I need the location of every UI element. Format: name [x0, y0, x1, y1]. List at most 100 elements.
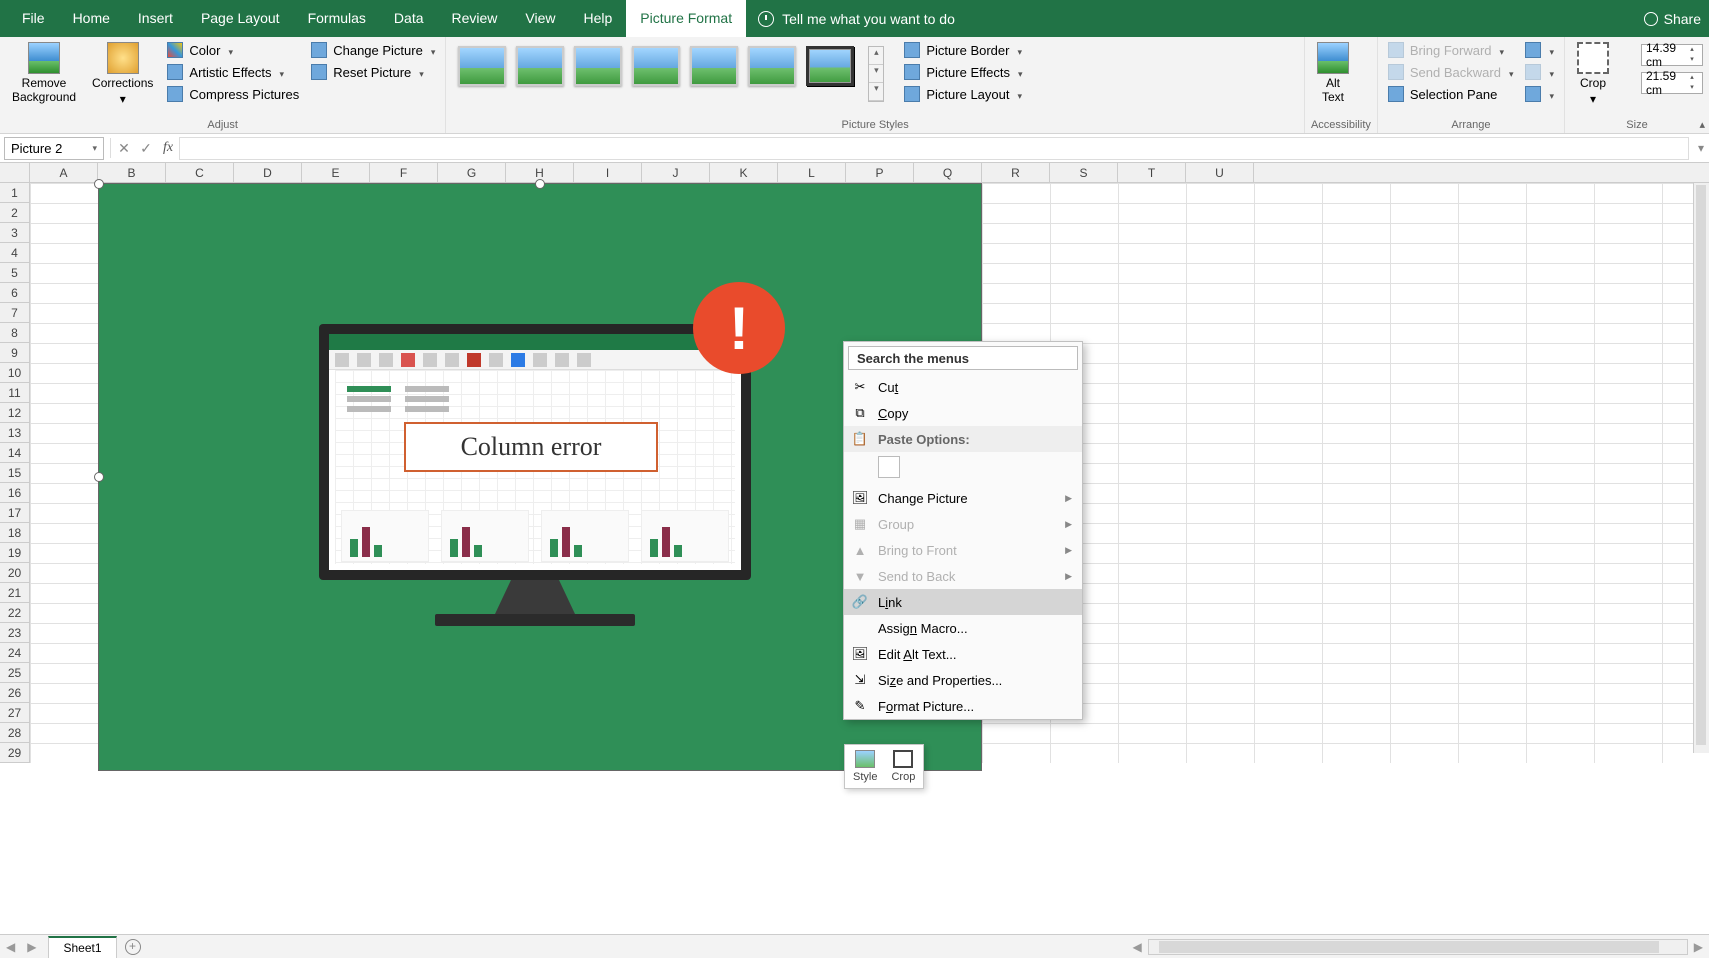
picture-style-thumb-selected[interactable] — [806, 46, 854, 86]
sheet-nav-next[interactable]: ▶ — [21, 940, 42, 954]
vertical-scrollbar[interactable] — [1693, 183, 1709, 753]
paste-option-button[interactable] — [878, 456, 900, 478]
row-header[interactable]: 10 — [0, 363, 30, 383]
column-header[interactable]: K — [710, 163, 778, 182]
row-header[interactable]: 8 — [0, 323, 30, 343]
new-sheet-button[interactable]: + — [125, 939, 141, 955]
row-header[interactable]: 11 — [0, 383, 30, 403]
mini-style-button[interactable]: Style — [853, 750, 877, 783]
column-header[interactable]: A — [30, 163, 98, 182]
picture-layout-button[interactable]: Picture Layout — [900, 84, 1026, 104]
picture-border-button[interactable]: Picture Border — [900, 40, 1026, 60]
picture-style-thumb[interactable] — [690, 46, 738, 86]
compress-pictures-button[interactable]: Compress Pictures — [163, 84, 303, 104]
menu-format-picture[interactable]: ✎Format Picture... — [844, 693, 1082, 719]
column-header[interactable]: B — [98, 163, 166, 182]
menu-size-properties[interactable]: ⇲Size and Properties... — [844, 667, 1082, 693]
spin-down-button[interactable]: ▾ — [1686, 83, 1698, 93]
horizontal-scrollbar[interactable] — [1148, 939, 1688, 955]
tab-home[interactable]: Home — [59, 0, 124, 37]
scrollbar-thumb[interactable] — [1159, 941, 1659, 953]
tab-data[interactable]: Data — [380, 0, 438, 37]
row-header[interactable]: 18 — [0, 523, 30, 543]
row-header[interactable]: 2 — [0, 203, 30, 223]
height-input[interactable]: 14.39 cm▴▾ — [1641, 44, 1703, 66]
tab-file[interactable]: File — [8, 0, 59, 37]
remove-background-button[interactable]: Remove Background — [6, 40, 82, 106]
picture-style-thumb[interactable] — [516, 46, 564, 86]
picture-style-thumb[interactable] — [458, 46, 506, 86]
row-header[interactable]: 12 — [0, 403, 30, 423]
width-input[interactable]: 21.59 cm▴▾ — [1641, 72, 1703, 94]
rotate-button[interactable] — [1521, 84, 1558, 104]
column-header[interactable]: E — [302, 163, 370, 182]
change-picture-button[interactable]: Change Picture — [307, 40, 439, 60]
row-header[interactable]: 19 — [0, 543, 30, 563]
artistic-effects-button[interactable]: Artistic Effects — [163, 62, 303, 82]
menu-link[interactable]: 🔗Link — [844, 589, 1082, 615]
tab-page-layout[interactable]: Page Layout — [187, 0, 294, 37]
spin-down-button[interactable]: ▾ — [1686, 55, 1698, 65]
column-header[interactable]: T — [1118, 163, 1186, 182]
row-header[interactable]: 17 — [0, 503, 30, 523]
tell-me-search[interactable]: Tell me what you want to do — [758, 11, 955, 27]
spin-up-button[interactable]: ▴ — [1686, 73, 1698, 83]
scrollbar-thumb[interactable] — [1696, 185, 1706, 745]
column-header[interactable]: U — [1186, 163, 1254, 182]
column-header[interactable]: G — [438, 163, 506, 182]
row-header[interactable]: 20 — [0, 563, 30, 583]
crop-button[interactable]: Crop ▾ — [1571, 40, 1615, 108]
column-header[interactable]: R — [982, 163, 1050, 182]
picture-style-thumb[interactable] — [748, 46, 796, 86]
row-header[interactable]: 3 — [0, 223, 30, 243]
select-all-button[interactable] — [0, 163, 30, 182]
column-header[interactable]: D — [234, 163, 302, 182]
picture-style-thumb[interactable] — [632, 46, 680, 86]
formula-input[interactable] — [179, 137, 1689, 160]
column-header[interactable]: F — [370, 163, 438, 182]
sheet-tab-sheet1[interactable]: Sheet1 — [48, 936, 116, 958]
column-header[interactable]: P — [846, 163, 914, 182]
expand-formula-bar-button[interactable]: ▾ — [1693, 141, 1709, 155]
hscroll-right-button[interactable]: ▶ — [1688, 940, 1709, 954]
align-button[interactable] — [1521, 40, 1558, 60]
gallery-up-button[interactable]: ▴ — [869, 47, 883, 65]
row-header[interactable]: 9 — [0, 343, 30, 363]
cancel-formula-button[interactable]: ✕ — [113, 140, 135, 157]
resize-handle[interactable] — [94, 179, 104, 189]
chevron-down-icon[interactable]: ▾ — [92, 143, 97, 154]
gallery-more-button[interactable]: ▾ — [869, 83, 883, 101]
column-header[interactable]: L — [778, 163, 846, 182]
tab-review[interactable]: Review — [438, 0, 512, 37]
row-header[interactable]: 26 — [0, 683, 30, 703]
tab-view[interactable]: View — [511, 0, 569, 37]
row-header[interactable]: 25 — [0, 663, 30, 683]
color-button[interactable]: Color — [163, 40, 303, 60]
row-header[interactable]: 21 — [0, 583, 30, 603]
resize-handle[interactable] — [94, 472, 104, 482]
menu-assign-macro[interactable]: Assign Macro... — [844, 615, 1082, 641]
tab-picture-format[interactable]: Picture Format — [626, 0, 746, 37]
row-header[interactable]: 29 — [0, 743, 30, 763]
hscroll-left-button[interactable]: ◀ — [1127, 940, 1148, 954]
row-header[interactable]: 6 — [0, 283, 30, 303]
row-header[interactable]: 4 — [0, 243, 30, 263]
row-header[interactable]: 14 — [0, 443, 30, 463]
row-header[interactable]: 7 — [0, 303, 30, 323]
row-header[interactable]: 24 — [0, 643, 30, 663]
row-header[interactable]: 27 — [0, 703, 30, 723]
reset-picture-button[interactable]: Reset Picture — [307, 62, 439, 82]
row-header[interactable]: 5 — [0, 263, 30, 283]
column-header[interactable]: I — [574, 163, 642, 182]
enter-formula-button[interactable]: ✓ — [135, 140, 157, 157]
row-header[interactable]: 23 — [0, 623, 30, 643]
sheet-nav-prev[interactable]: ◀ — [0, 940, 21, 954]
resize-handle[interactable] — [535, 179, 545, 189]
row-header[interactable]: 28 — [0, 723, 30, 743]
menu-copy[interactable]: ⧉Copy — [844, 400, 1082, 426]
menu-edit-alt-text[interactable]: 🖼Edit Alt Text... — [844, 641, 1082, 667]
row-header[interactable]: 13 — [0, 423, 30, 443]
picture-effects-button[interactable]: Picture Effects — [900, 62, 1026, 82]
insert-function-button[interactable]: fx — [157, 140, 179, 156]
row-header[interactable]: 15 — [0, 463, 30, 483]
